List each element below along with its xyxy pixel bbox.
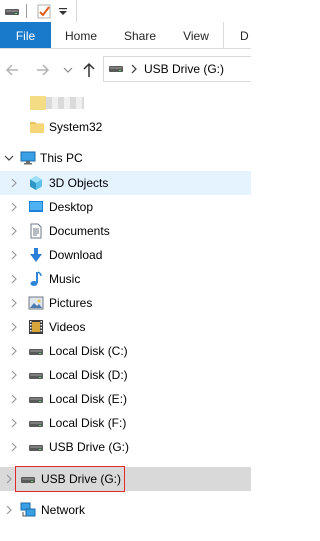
tree-item-usb-drive-g[interactable]: USB Drive (G:) — [0, 435, 251, 459]
collapsed-chevron-icon[interactable] — [8, 393, 20, 405]
collapsed-chevron-icon[interactable] — [8, 177, 20, 189]
collapsed-chevron-icon[interactable] — [8, 417, 20, 429]
tree-item-label: Pictures — [49, 296, 93, 310]
tree-item-label: Local Disk (E:) — [49, 392, 128, 406]
tree-item-label: Music — [49, 272, 81, 286]
document-icon — [28, 223, 44, 239]
tree-item-this-pc[interactable]: This PC — [0, 146, 251, 170]
collapsed-chevron-icon[interactable] — [8, 441, 20, 453]
network-icon — [20, 502, 36, 518]
drive-icon — [28, 439, 44, 455]
tree-item-label: USB Drive (G:) — [49, 440, 130, 454]
collapsed-chevron-icon[interactable] — [8, 273, 20, 285]
tree-item-local-disk-c[interactable]: Local Disk (C:) — [0, 339, 251, 363]
tab-share[interactable]: Share — [111, 22, 169, 48]
drive-icon — [28, 343, 44, 359]
tree-item-label: System32 — [49, 120, 103, 134]
tab-file[interactable]: File — [0, 22, 51, 48]
expanded-chevron-icon[interactable] — [3, 152, 15, 164]
navigation-pane: System32 This PC 3D Objects Desktop Docu… — [0, 91, 251, 541]
recent-locations-chevron-icon[interactable] — [63, 61, 73, 79]
film-icon — [28, 319, 44, 335]
computer-icon — [20, 150, 36, 166]
tab-home[interactable]: Home — [51, 22, 111, 48]
back-arrow-icon[interactable] — [3, 61, 21, 79]
redacted-label — [46, 97, 84, 109]
quick-access-toolbar — [0, 0, 251, 22]
up-arrow-icon[interactable] — [80, 61, 98, 79]
cube-icon — [28, 175, 44, 191]
tab-drive-tools[interactable]: D — [223, 22, 280, 48]
tree-item-label: Local Disk (C:) — [49, 344, 128, 358]
tree-item-videos[interactable]: Videos — [0, 315, 251, 339]
tree-item-documents[interactable]: Documents — [0, 219, 251, 243]
folder-icon — [29, 119, 45, 135]
drive-icon — [28, 415, 44, 431]
tree-item-label: Network — [41, 503, 86, 517]
collapsed-chevron-icon[interactable] — [3, 473, 15, 485]
collapsed-chevron-icon[interactable] — [8, 369, 20, 381]
tree-item-pictures[interactable]: Pictures — [0, 291, 251, 315]
tree-item-local-disk-e[interactable]: Local Disk (E:) — [0, 387, 251, 411]
collapsed-chevron-icon[interactable] — [8, 225, 20, 237]
music-note-icon — [28, 271, 44, 287]
breadcrumb-chevron-icon[interactable] — [129, 63, 139, 75]
desktop-icon — [28, 199, 44, 215]
tree-item-music[interactable]: Music — [0, 267, 251, 291]
ribbon-tabs: File Home Share View D — [0, 22, 251, 49]
folder-icon — [30, 96, 46, 110]
customize-toolbar-chevron-icon[interactable] — [58, 3, 68, 19]
address-bar-row: USB Drive (G:) — [0, 49, 251, 91]
toolbar-divider — [26, 4, 27, 18]
download-arrow-icon — [28, 247, 44, 263]
tree-item-local-disk-f[interactable]: Local Disk (F:) — [0, 411, 251, 435]
tree-item-label: Videos — [49, 320, 86, 334]
collapsed-chevron-icon[interactable] — [8, 201, 20, 213]
address-box[interactable]: USB Drive (G:) — [103, 56, 251, 82]
collapsed-chevron-icon[interactable] — [8, 345, 20, 357]
collapsed-chevron-icon[interactable] — [8, 297, 20, 309]
breadcrumb-path[interactable]: USB Drive (G:) — [144, 62, 224, 76]
collapsed-chevron-icon[interactable] — [3, 504, 15, 516]
tree-item-system32[interactable]: System32 — [0, 115, 251, 139]
tree-item-quick-access-blurred[interactable] — [0, 91, 251, 115]
tree-item-label: Local Disk (D:) — [49, 368, 128, 382]
tree-item-label: This PC — [40, 151, 83, 165]
drive-icon[interactable] — [4, 3, 20, 19]
drive-icon — [28, 391, 44, 407]
forward-arrow-icon[interactable] — [34, 61, 52, 79]
tree-item-label: Documents — [49, 224, 110, 238]
properties-check-icon[interactable] — [36, 3, 52, 19]
tab-view[interactable]: View — [169, 22, 223, 48]
tree-item-label: Local Disk (F:) — [49, 416, 127, 430]
drive-icon — [28, 367, 44, 383]
tree-item-desktop[interactable]: Desktop — [0, 195, 251, 219]
highlight-annotation-box — [15, 466, 125, 492]
tree-item-label: 3D Objects — [49, 176, 109, 190]
tree-item-3d-objects[interactable]: 3D Objects — [0, 171, 251, 195]
collapsed-chevron-icon[interactable] — [8, 321, 20, 333]
tree-item-label: Download — [49, 248, 103, 262]
picture-icon — [28, 295, 44, 311]
toolbar-divider — [76, 0, 77, 22]
collapsed-chevron-icon[interactable] — [8, 249, 20, 261]
tree-item-network[interactable]: Network — [0, 498, 251, 522]
tree-item-local-disk-d[interactable]: Local Disk (D:) — [0, 363, 251, 387]
tree-item-download[interactable]: Download — [0, 243, 251, 267]
drive-icon — [108, 63, 124, 75]
tree-item-label: Desktop — [49, 200, 94, 214]
